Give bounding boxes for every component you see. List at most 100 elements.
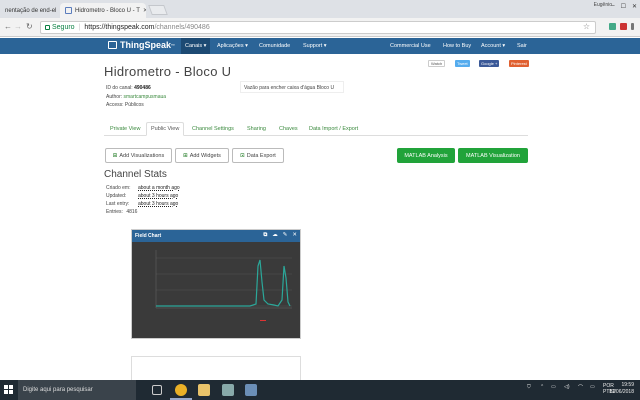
- plot-area: [148, 248, 294, 328]
- extension-icon[interactable]: [609, 23, 616, 30]
- window-controls: – ☐ ✕: [611, 3, 637, 10]
- stat-updated-value: about 3 hours ago: [138, 193, 179, 199]
- browser-tab-1-title: nentação de end-el: [5, 7, 57, 14]
- access-label: Access:: [106, 102, 124, 108]
- nav-canais[interactable]: Canais ▾: [181, 38, 211, 54]
- stat-created-label: Criado em:: [106, 185, 131, 191]
- tab-data-import-export[interactable]: Data Import / Export: [305, 122, 362, 136]
- author-row: Author: smartcampusmaua: [106, 94, 166, 100]
- wifi-icon[interactable]: ⌒: [578, 384, 583, 391]
- external-link-icon[interactable]: ⧉: [263, 232, 267, 239]
- nav-support[interactable]: Support ▾: [303, 38, 327, 54]
- thingspeak-logo-icon: [108, 41, 117, 49]
- taskbar-search[interactable]: Digite aqui para pesquisar: [18, 380, 136, 400]
- legend-swatch: [260, 320, 266, 321]
- browser-tabstrip: nentação de end-el ✕ Hidrometro - Bloco …: [0, 0, 640, 18]
- add-visualizations-button[interactable]: ⊞ Add Visualizations: [105, 148, 172, 163]
- search-placeholder: Digite aqui para pesquisar: [23, 387, 93, 393]
- url-host: https://thingspeak.com: [84, 24, 155, 31]
- stat-last-entry: Last entry: about 3 hours ago: [106, 201, 178, 207]
- channel-id-label: ID do canal:: [106, 85, 133, 91]
- volume-icon[interactable]: ◁): [564, 384, 570, 390]
- channel-description: Vazão para encher caixa d'água Bloco U: [240, 81, 344, 93]
- matlab-visualization-button[interactable]: MATLAB Visualization: [458, 148, 528, 163]
- thingspeak-logo[interactable]: ThingSpeak ™: [108, 40, 175, 50]
- browser-tab-2[interactable]: Hidrometro - Bloco U - T ✕: [60, 3, 146, 18]
- task-view-icon[interactable]: [152, 385, 162, 395]
- stat-entries-value: 4816: [126, 209, 138, 215]
- field-chart-widget: Field Chart ⧉ ☁ ✎ ✕: [131, 229, 301, 339]
- back-icon[interactable]: ←: [4, 22, 12, 31]
- widget-title: Field Chart: [135, 233, 162, 239]
- tweet-button[interactable]: Tweet: [455, 60, 470, 67]
- pinterest-button[interactable]: Pinterest: [509, 60, 529, 67]
- browser-tab-1[interactable]: nentação de end-el ✕: [0, 3, 58, 18]
- export-icon: ⊡: [240, 152, 245, 159]
- plus-icon: ⊞: [112, 152, 118, 159]
- nav-commercial-use[interactable]: Commercial Use: [390, 38, 431, 54]
- nav-how-to-buy[interactable]: How to Buy: [443, 38, 471, 54]
- battery-icon[interactable]: ▭: [590, 384, 595, 390]
- plus-icon: ⊞: [183, 152, 188, 159]
- address-bar[interactable]: Seguro | https://thingspeak.com/channels…: [40, 21, 596, 34]
- access-value: Públicos: [124, 102, 144, 108]
- minimize-icon[interactable]: –: [611, 3, 614, 10]
- profile-name[interactable]: Eugênio: [594, 2, 612, 8]
- people-icon[interactable]: ⛉: [527, 384, 531, 390]
- reload-icon[interactable]: ↻: [26, 22, 33, 31]
- page-icon: [65, 7, 72, 14]
- notification-chevron-icon[interactable]: ⌃: [540, 384, 544, 390]
- nav-comunidade[interactable]: Comunidade: [259, 38, 290, 54]
- data-export-label: Data Export: [246, 152, 276, 159]
- chart-area[interactable]: [132, 242, 300, 338]
- menu-icon[interactable]: [631, 23, 634, 30]
- stat-last-entry-value: about 3 hours ago: [138, 201, 179, 207]
- comment-icon[interactable]: ☁: [272, 232, 278, 239]
- add-widgets-label: Add Widgets: [189, 152, 221, 159]
- close-icon[interactable]: ✕: [140, 7, 146, 14]
- google-share-button[interactable]: Google +: [479, 60, 500, 67]
- tab-sharing[interactable]: Sharing: [243, 122, 270, 136]
- tab-chaves[interactable]: Chaves: [275, 122, 302, 136]
- windows-start-icon[interactable]: [4, 385, 13, 394]
- stat-last-entry-label: Last entry:: [106, 201, 130, 207]
- tab-private-view[interactable]: Private View: [106, 122, 144, 136]
- nav-aplicacoes[interactable]: Aplicações ▾: [217, 38, 248, 54]
- new-tab-button[interactable]: [148, 5, 168, 15]
- file-explorer-icon[interactable]: [198, 384, 210, 396]
- data-export-button[interactable]: ⊡ Data Export: [232, 148, 284, 163]
- photos-icon[interactable]: [245, 384, 257, 396]
- network-icon[interactable]: ▭: [551, 384, 556, 390]
- stat-created: Criado em: about a month ago: [106, 185, 180, 191]
- widget-header: Field Chart ⧉ ☁ ✎ ✕: [132, 230, 300, 242]
- watch-button[interactable]: Watch: [428, 60, 446, 67]
- bookmark-star-icon[interactable]: ☆: [583, 22, 590, 31]
- second-widget: [131, 356, 301, 382]
- clock-date: 11/06/2018: [609, 389, 634, 395]
- tab-channel-settings[interactable]: Channel Settings: [188, 122, 238, 136]
- author-link[interactable]: smartcampusmaua: [124, 94, 167, 100]
- site-navbar: ThingSpeak ™ Canais ▾ Aplicações ▾ Comuni…: [0, 38, 640, 54]
- widget-tools: ⧉ ☁ ✎ ✕: [263, 232, 297, 239]
- close-window-icon[interactable]: ✕: [632, 3, 637, 10]
- close-icon[interactable]: ✕: [292, 232, 297, 239]
- edit-icon[interactable]: ✎: [283, 232, 288, 239]
- access-row: Access: Públicos: [106, 102, 144, 108]
- tab-public-view[interactable]: Public View: [146, 122, 185, 136]
- maximize-icon[interactable]: ☐: [621, 3, 626, 10]
- stat-updated-label: Updated:: [106, 193, 127, 199]
- app-icon[interactable]: [222, 384, 234, 396]
- chrome-icon[interactable]: [175, 384, 187, 396]
- browser-toolbar: ← → ↻ Seguro | https://thingspeak.com/ch…: [0, 18, 640, 37]
- nav-sair[interactable]: Sair: [517, 38, 527, 54]
- stat-updated: Updated: about 3 hours ago: [106, 193, 178, 199]
- url-path: /channels/490486: [154, 24, 210, 31]
- forward-icon[interactable]: →: [14, 22, 22, 31]
- nav-account[interactable]: Account ▾: [481, 38, 505, 54]
- matlab-analysis-button[interactable]: MATLAB Analysis: [397, 148, 455, 163]
- add-widgets-button[interactable]: ⊞ Add Widgets: [175, 148, 229, 163]
- extension-icon[interactable]: [620, 23, 627, 30]
- system-clock[interactable]: 19:59 11/06/2018: [609, 382, 634, 396]
- stat-entries: Entries: 4816: [106, 209, 137, 215]
- close-icon[interactable]: ✕: [56, 7, 58, 14]
